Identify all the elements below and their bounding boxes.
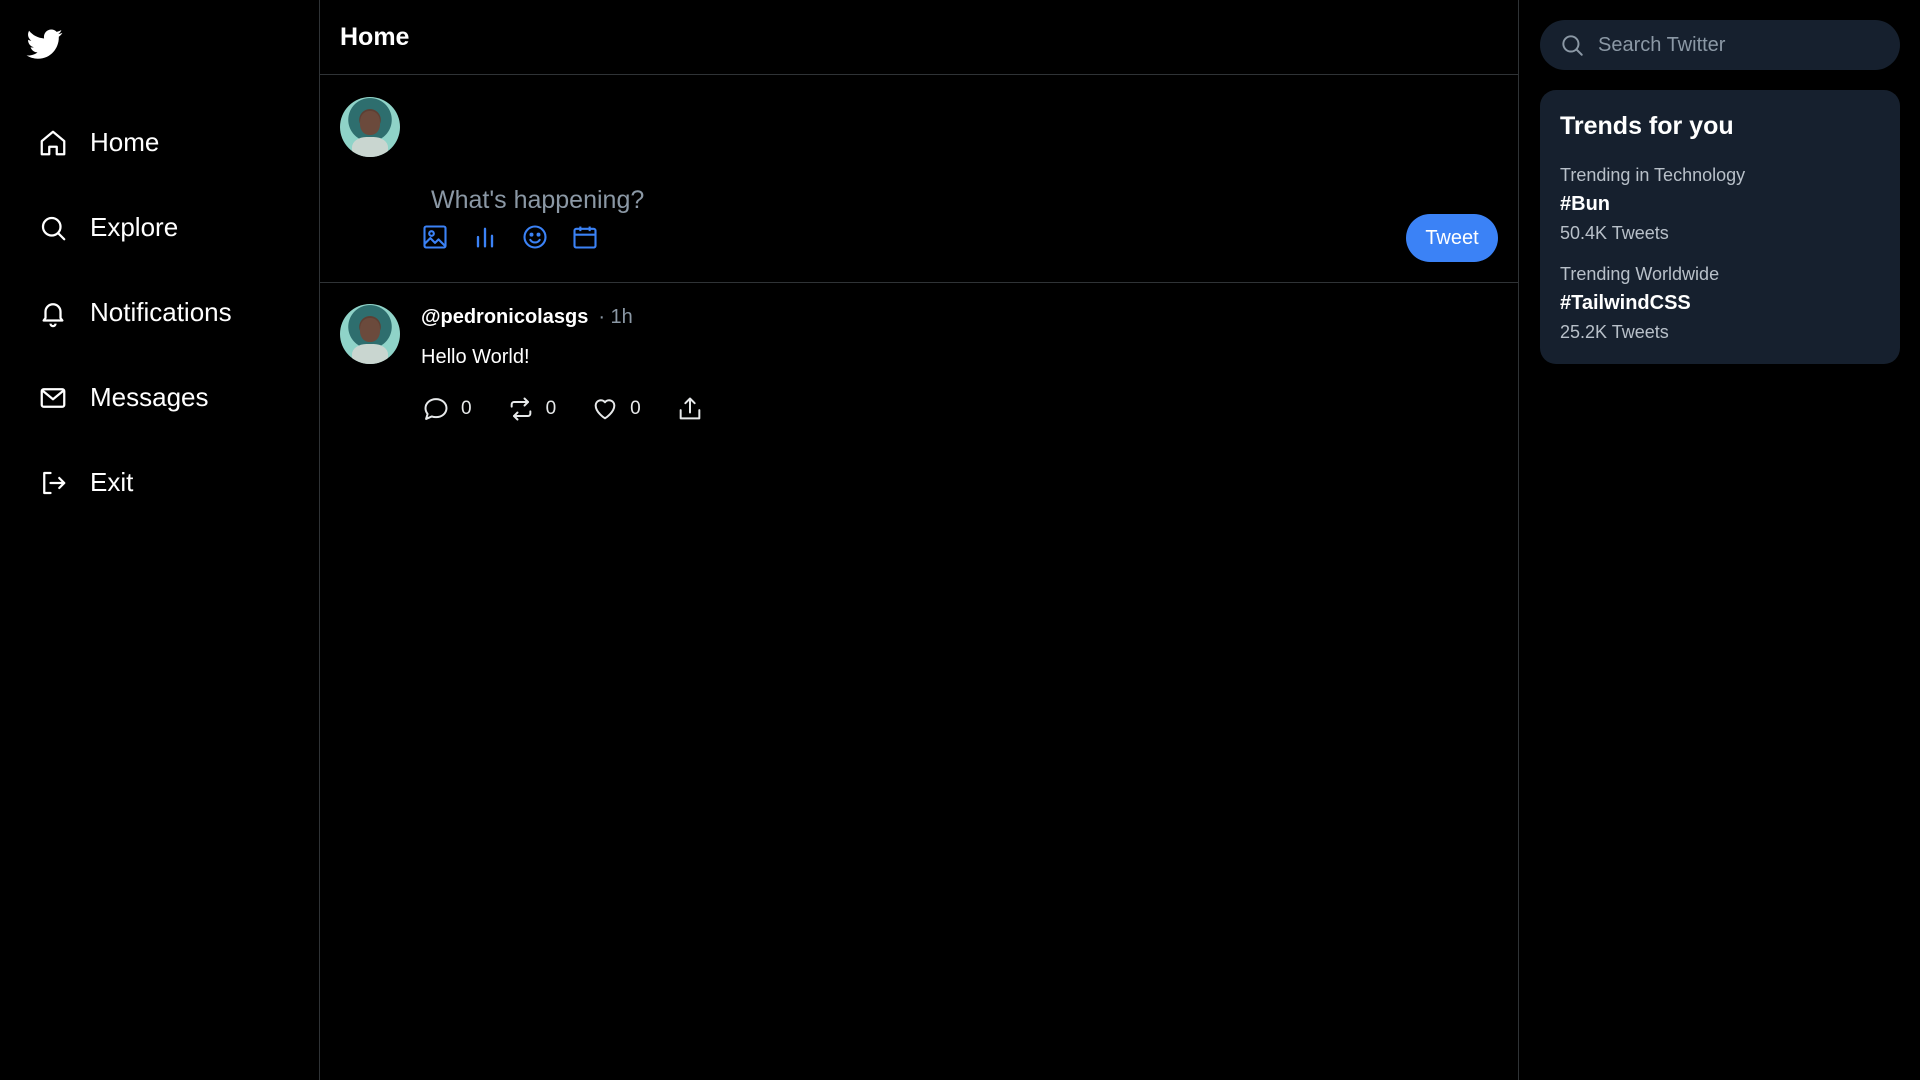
avatar[interactable]: [340, 304, 400, 364]
sidebar-item-messages[interactable]: Messages: [38, 375, 232, 420]
retweet-button[interactable]: 0: [506, 394, 557, 424]
trend-context: Trending in Technology: [1560, 165, 1746, 185]
sidebar-item-label: Messages: [90, 382, 209, 412]
sidebar-item-notifications[interactable]: Notifications: [38, 290, 232, 335]
trend-count: 50.4K Tweets: [1560, 223, 1669, 243]
bell-icon: [38, 298, 68, 328]
tweet-header: @pedronicolasgs · 1h: [421, 306, 633, 329]
page-title: Home: [340, 22, 410, 51]
sidebar: Home Explore Notifications Messages Exit: [0, 0, 319, 1080]
sidebar-item-explore[interactable]: Explore: [38, 205, 232, 250]
trend-context: Trending Worldwide: [1560, 264, 1720, 284]
compose-input[interactable]: [429, 179, 1333, 221]
main-header: Home: [320, 0, 1518, 75]
sidebar-item-label: Explore: [90, 212, 179, 242]
sidebar-item-label: Notifications: [90, 297, 232, 327]
share-button[interactable]: [675, 394, 705, 424]
search-icon: [38, 213, 68, 243]
sidebar-item-label: Home: [90, 127, 160, 157]
sidebar-item-label: Exit: [90, 467, 134, 497]
retweet-icon: [506, 394, 536, 424]
mail-icon: [38, 383, 68, 413]
trends-panel: Trends for you Trending in Technology #B…: [1540, 90, 1900, 364]
reply-button[interactable]: 0: [421, 394, 472, 424]
sidebar-nav: Home Explore Notifications Messages Exit: [38, 120, 232, 545]
heart-icon: [590, 394, 620, 424]
search-input[interactable]: [1596, 32, 1890, 58]
avatar[interactable]: [340, 97, 400, 157]
composer-toolbar: [420, 222, 600, 252]
app: Home Explore Notifications Messages Exit…: [0, 0, 1920, 1080]
sidebar-item-home[interactable]: Home: [38, 120, 232, 165]
share-icon: [675, 394, 705, 424]
tweet-text: Hello World!: [421, 346, 530, 368]
trend-count: 25.2K Tweets: [1560, 322, 1669, 342]
image-icon[interactable]: [420, 222, 450, 252]
main-feed: Home Tweet: [319, 0, 1519, 1080]
trend-item[interactable]: Trending in Technology #Bun 50.4K Tweets: [1560, 165, 1880, 244]
trend-hashtag: #TailwindCSS: [1560, 292, 1691, 314]
tweet-actions: 0 0 0: [421, 394, 705, 424]
tweet-timestamp: · 1h: [598, 306, 633, 328]
avatar-face: [360, 111, 380, 135]
search-box[interactable]: [1540, 20, 1900, 70]
reply-count: 0: [461, 398, 472, 419]
avatar-shirt: [352, 344, 388, 364]
reply-icon: [421, 394, 451, 424]
right-sidebar: Trends for you Trending in Technology #B…: [1540, 0, 1900, 1080]
trend-item[interactable]: Trending Worldwide #TailwindCSS 25.2K Tw…: [1560, 264, 1880, 343]
search-icon: [1558, 31, 1586, 59]
like-button[interactable]: 0: [590, 394, 641, 424]
emoji-icon[interactable]: [520, 222, 550, 252]
calendar-icon[interactable]: [570, 222, 600, 252]
trends-title: Trends for you: [1560, 112, 1734, 140]
trend-hashtag: #Bun: [1560, 193, 1610, 215]
poll-icon[interactable]: [470, 222, 500, 252]
like-count: 0: [630, 398, 641, 419]
home-icon: [38, 128, 68, 158]
avatar-face: [360, 318, 380, 342]
tweet-username[interactable]: @pedronicolasgs: [421, 306, 588, 329]
tweet-button[interactable]: Tweet: [1406, 214, 1498, 262]
sidebar-item-exit[interactable]: Exit: [38, 460, 232, 505]
avatar-shirt: [352, 137, 388, 157]
logout-icon: [38, 468, 68, 498]
twitter-bird-icon[interactable]: [26, 26, 64, 62]
retweet-count: 0: [545, 398, 557, 419]
